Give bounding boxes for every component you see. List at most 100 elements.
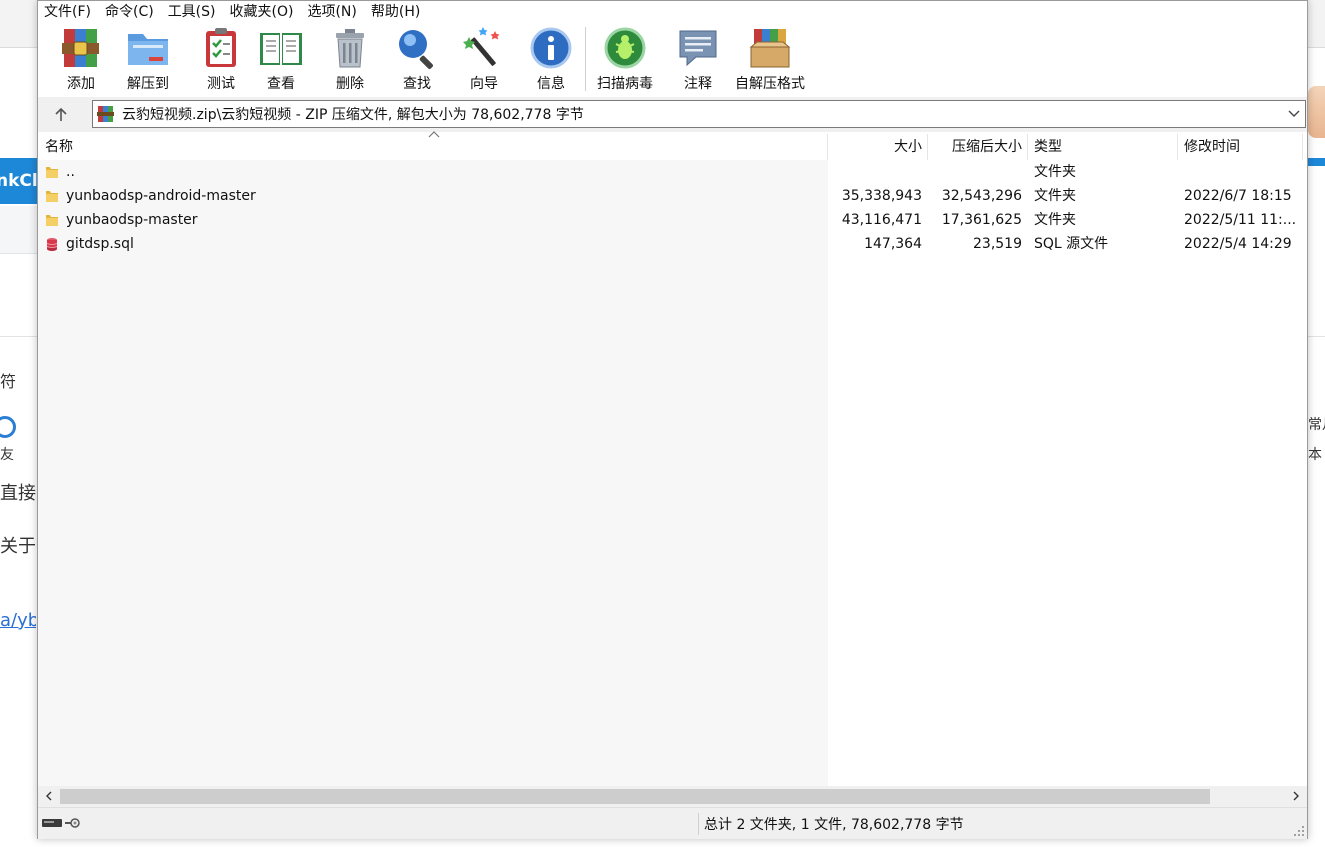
file-list: 名称 大小 压缩后大小 类型 修改时间 .. 文件夹 yunbaodsp-and…: [38, 131, 1307, 786]
archive-icon: [97, 106, 114, 122]
background-brand-bar-right: [1308, 158, 1325, 166]
chevron-down-icon: [1288, 110, 1300, 117]
virus-scan-icon: [604, 27, 646, 69]
background-circle-icon: [0, 416, 16, 438]
file-type: 文件夹: [1034, 212, 1076, 228]
file-type: 文件夹: [1034, 188, 1076, 204]
virus-scan-label: 扫描病毒: [597, 76, 653, 92]
file-modified: 2022/6/7 18:15: [1184, 188, 1292, 204]
extract-to-button[interactable]: 解压到: [125, 25, 171, 95]
background-text: 直接: [0, 483, 36, 504]
comment-bubble-icon: [679, 30, 717, 67]
column-divider[interactable]: [1027, 134, 1028, 160]
menu-help[interactable]: 帮助(H): [371, 1, 420, 21]
menu-file[interactable]: 文件(F): [44, 1, 91, 21]
test-button[interactable]: 测试: [198, 25, 244, 95]
menu-options[interactable]: 选项(N): [307, 1, 356, 21]
add-button[interactable]: 添加: [58, 25, 104, 95]
file-name-cell: ..: [38, 160, 818, 184]
virus-scan-button[interactable]: 扫描病毒: [597, 25, 653, 95]
file-name-cell: yunbaodsp-android-master: [38, 184, 818, 208]
menu-bar: 文件(F) 命令(C) 工具(S) 收藏夹(O) 选项(N) 帮助(H): [38, 1, 1307, 21]
comment-button[interactable]: 注释: [675, 25, 721, 95]
background-divider-right: [1308, 336, 1325, 337]
column-header-type[interactable]: 类型: [1034, 132, 1062, 160]
sfx-label: 自解压格式: [735, 76, 805, 92]
file-name: ..: [66, 164, 75, 180]
clipboard-test-icon: [206, 28, 236, 67]
file-size: 35,338,943: [841, 188, 922, 204]
find-button[interactable]: 查找: [394, 25, 440, 95]
folder-icon: [46, 167, 58, 178]
delete-label: 删除: [336, 76, 364, 92]
sort-ascending-icon: [428, 131, 440, 138]
drive-and-key-icon[interactable]: [41, 816, 87, 830]
trash-can-icon: [336, 29, 364, 68]
menu-favorites[interactable]: 收藏夹(O): [230, 1, 294, 21]
sfx-button[interactable]: 自解压格式: [735, 25, 805, 95]
wizard-button[interactable]: 向导: [461, 25, 507, 95]
delete-button[interactable]: 删除: [327, 25, 373, 95]
arrow-up-icon: [55, 107, 67, 121]
file-modified: 2022/5/4 14:29: [1184, 236, 1292, 252]
view-button[interactable]: 查看: [258, 25, 304, 95]
file-row[interactable]: gitdsp.sql 147,364 23,519 SQL 源文件 2022/5…: [38, 232, 1307, 256]
column-header-name[interactable]: 名称: [45, 132, 73, 160]
open-book-icon: [260, 33, 302, 65]
menu-tools[interactable]: 工具(S): [168, 1, 216, 21]
file-name-cell: gitdsp.sql: [38, 232, 818, 256]
toolbar: 添加 解压到 测试 查看 删除 查找 向导 信息 扫描病毒 注释 自解压格式: [38, 21, 1307, 97]
scroll-left-button[interactable]: [40, 788, 58, 804]
info-button[interactable]: 信息: [528, 25, 574, 95]
resize-grip-icon[interactable]: [1293, 825, 1305, 837]
scroll-right-button[interactable]: [1287, 788, 1305, 804]
file-name: gitdsp.sql: [66, 236, 134, 252]
info-icon: [530, 27, 572, 69]
background-text: 常月: [1308, 417, 1325, 433]
column-divider[interactable]: [1177, 134, 1178, 160]
column-header-packed-size[interactable]: 压缩后大小: [928, 132, 1022, 160]
folder-icon: [46, 215, 58, 226]
file-size: [828, 160, 922, 184]
view-label: 查看: [267, 76, 295, 92]
list-header: 名称 大小 压缩后大小 类型 修改时间: [38, 131, 1307, 160]
magnifier-icon: [399, 30, 433, 69]
file-type: 文件夹: [1034, 164, 1076, 180]
file-modified: [1184, 160, 1300, 184]
background-text: 符: [0, 372, 17, 391]
file-row[interactable]: yunbaodsp-master 43,116,471 17,361,625 文…: [38, 208, 1307, 232]
wizard-label: 向导: [470, 76, 498, 92]
file-name: yunbaodsp-android-master: [66, 188, 256, 204]
chevron-left-icon: [46, 791, 52, 801]
winrar-window: 文件(F) 命令(C) 工具(S) 收藏夹(O) 选项(N) 帮助(H) 添加: [37, 0, 1308, 839]
column-divider[interactable]: [1302, 134, 1303, 160]
file-row[interactable]: yunbaodsp-android-master 35,338,943 32,5…: [38, 184, 1307, 208]
status-summary: 总计 2 文件夹, 1 文件, 78,602,778 字节: [704, 817, 964, 833]
file-modified: 2022/5/11 11:...: [1184, 212, 1297, 228]
folder-icon: [46, 191, 58, 202]
column-header-size[interactable]: 大小: [828, 132, 922, 160]
comment-label: 注释: [684, 76, 712, 92]
add-label: 添加: [67, 76, 95, 92]
file-row[interactable]: .. 文件夹: [38, 160, 1307, 184]
file-size: 147,364: [864, 236, 922, 252]
up-one-level-button[interactable]: [48, 103, 74, 127]
background-text: 友: [0, 447, 14, 463]
file-packed-size: 23,519: [973, 236, 1022, 252]
horizontal-scrollbar[interactable]: [38, 786, 1307, 806]
file-type: SQL 源文件: [1034, 236, 1109, 252]
path-combobox[interactable]: 云豹短视频.zip\云豹短视频 - ZIP 压缩文件, 解包大小为 78,602…: [92, 100, 1306, 128]
magic-wand-icon: [463, 27, 500, 66]
file-name: yunbaodsp-master: [66, 212, 198, 228]
background-avatar: [1308, 86, 1325, 138]
toolbar-separator: [585, 27, 586, 91]
archive-add-icon: [62, 29, 99, 67]
background-link[interactable]: a/yb/: [0, 610, 36, 631]
path-dropdown-button[interactable]: [1287, 106, 1301, 122]
info-label: 信息: [537, 76, 565, 92]
column-header-modified[interactable]: 修改时间: [1184, 132, 1240, 160]
scroll-thumb[interactable]: [60, 789, 1210, 804]
menu-commands[interactable]: 命令(C): [105, 1, 154, 21]
file-packed-size: 17,361,625: [941, 212, 1022, 228]
file-size: 43,116,471: [841, 212, 922, 228]
